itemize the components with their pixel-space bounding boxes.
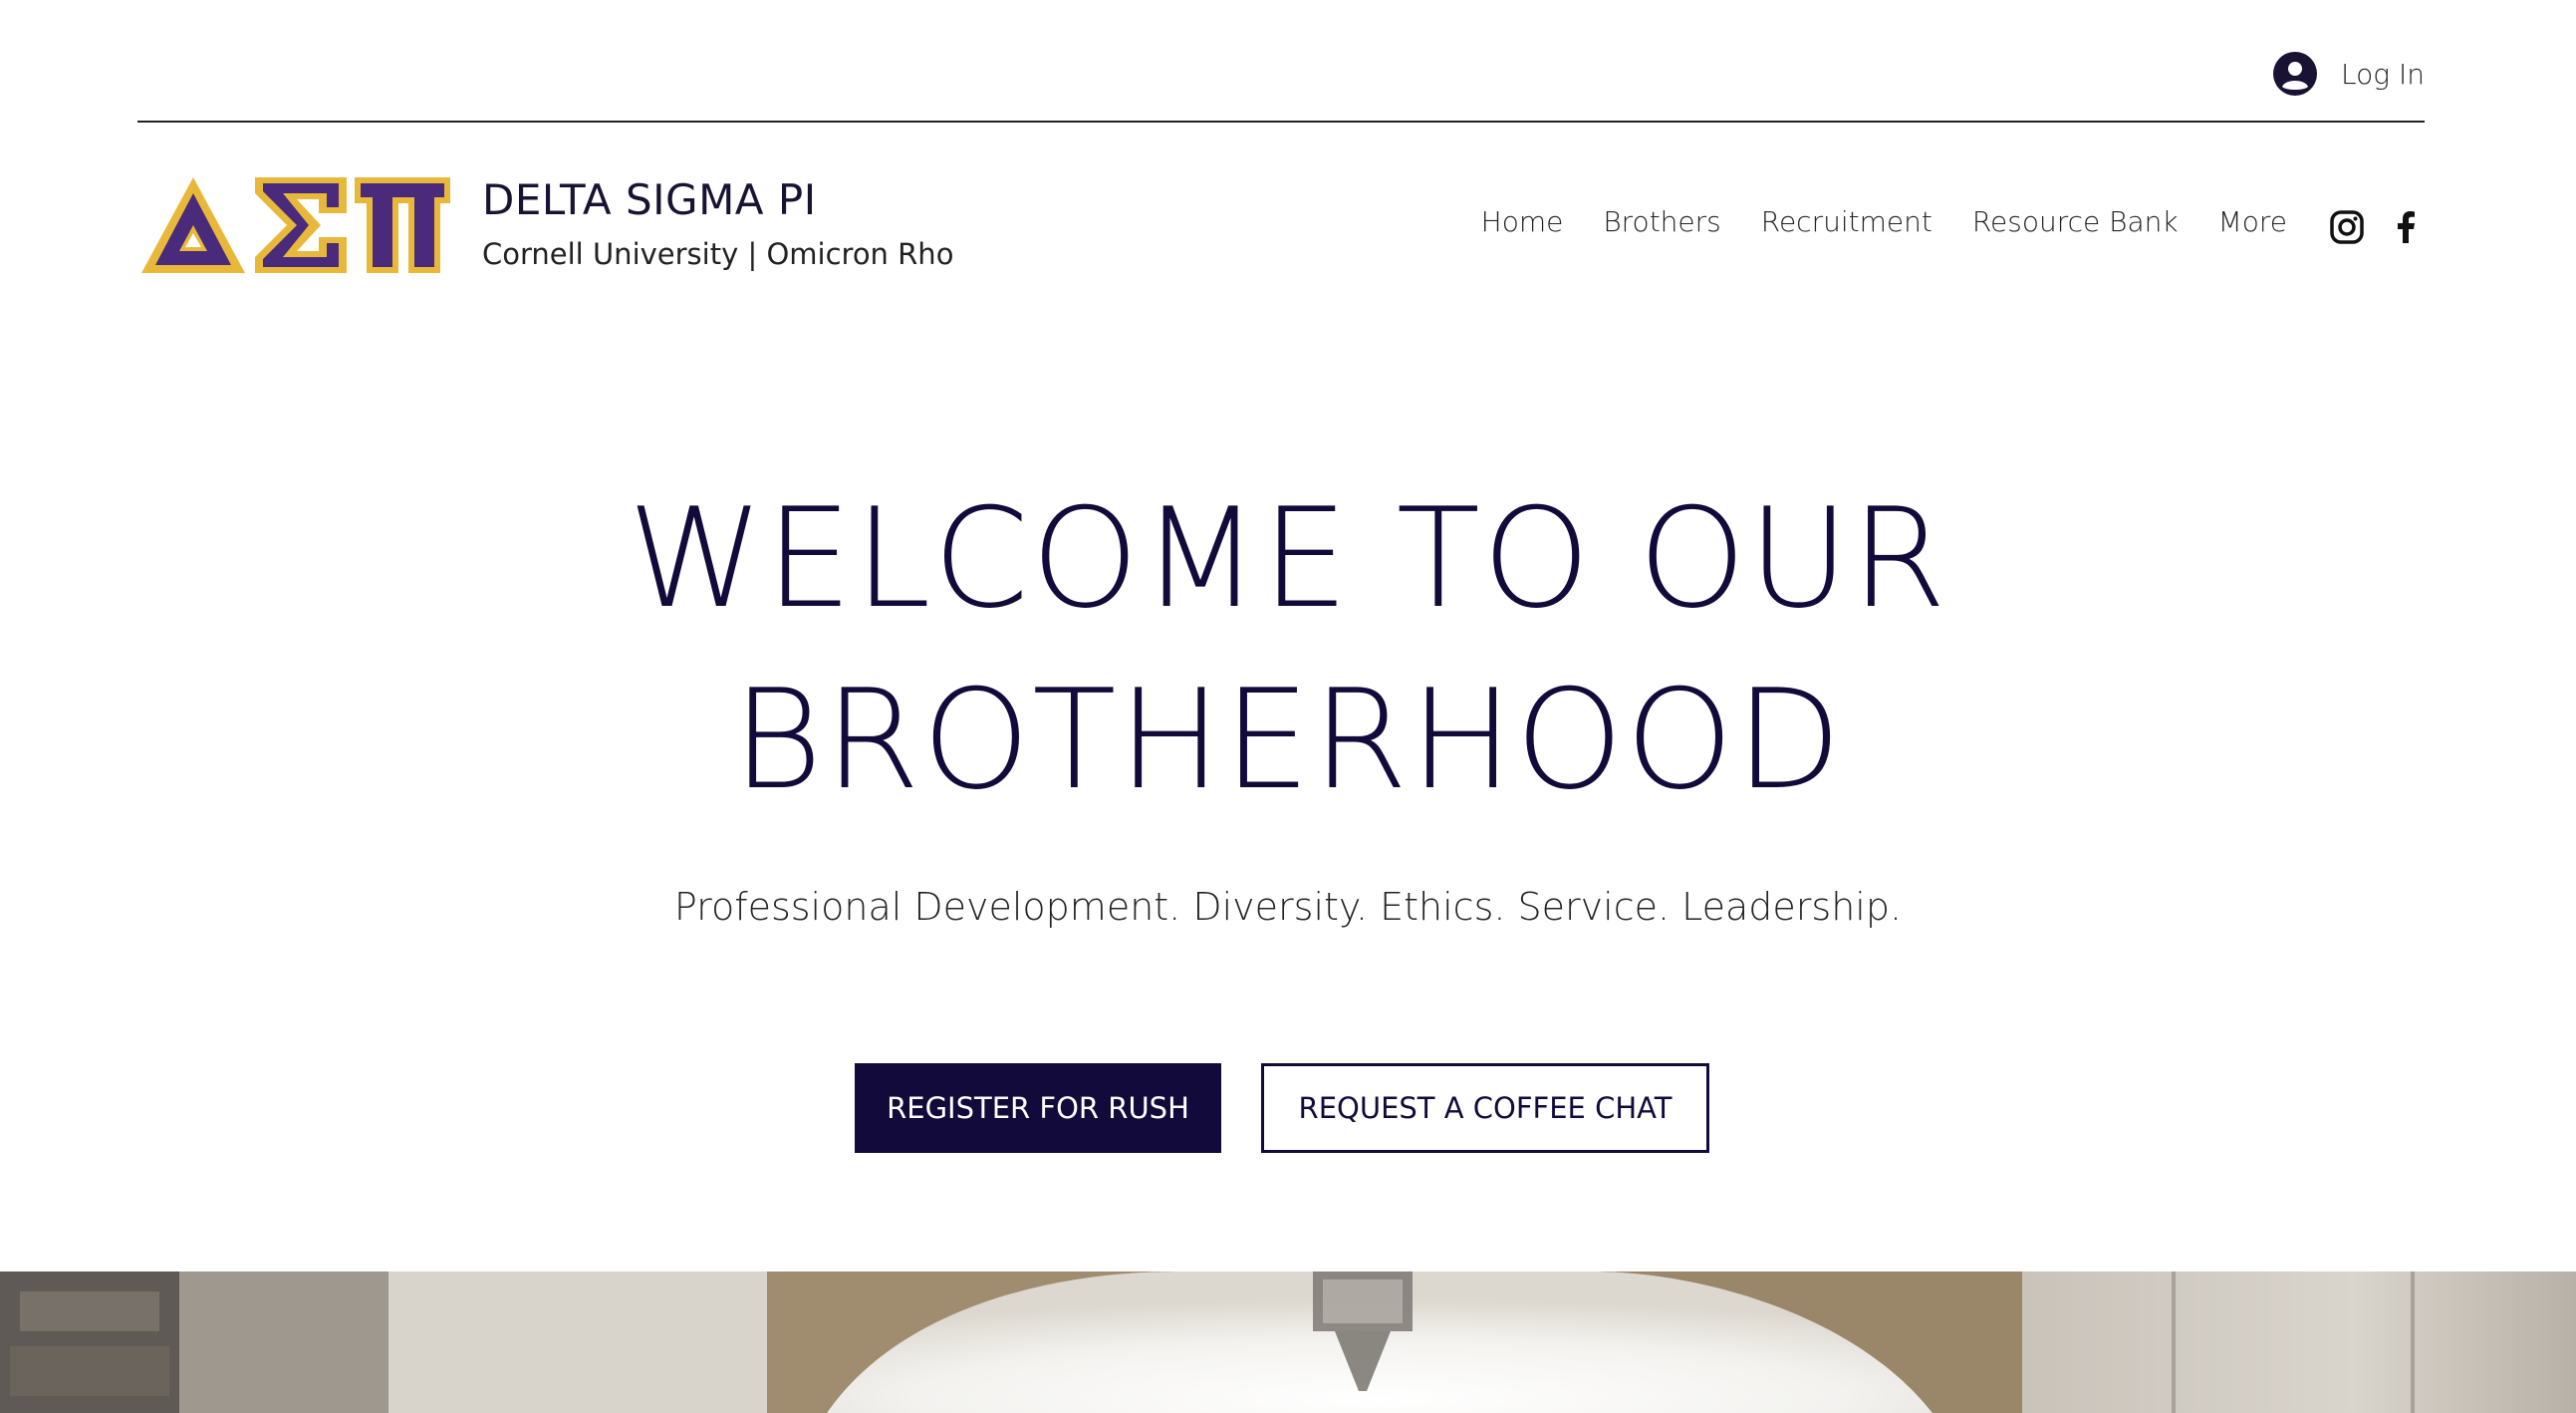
register-for-rush-button[interactable]: REGISTER FOR RUSH bbox=[855, 1063, 1221, 1153]
hero-title: WELCOME TO OUR BROTHERHOOD bbox=[0, 468, 2576, 831]
brand-title[interactable]: DELTA SIGMA PI bbox=[482, 175, 817, 224]
hero-subtitle: Professional Development. Diversity. Eth… bbox=[673, 885, 1903, 929]
nav-item-resource-bank[interactable]: Resource Bank bbox=[1972, 205, 2179, 238]
hero-archway-photo bbox=[0, 1272, 2576, 1413]
brand-subtitle: Cornell University | Omicron Rho bbox=[482, 237, 954, 271]
nav-item-more[interactable]: More bbox=[2218, 205, 2287, 238]
facebook-icon[interactable] bbox=[2389, 209, 2425, 245]
login-button[interactable]: Log In bbox=[2273, 52, 2425, 96]
delta-sigma-pi-logo[interactable] bbox=[137, 173, 452, 277]
hero-title-line-2: BROTHERHOOD bbox=[732, 660, 1844, 820]
instagram-icon[interactable] bbox=[2329, 209, 2365, 245]
hero-title-line-1: WELCOME TO OUR bbox=[628, 478, 1948, 639]
nav-item-brothers[interactable]: Brothers bbox=[1603, 205, 1720, 238]
social-links bbox=[2329, 209, 2425, 245]
request-coffee-chat-button[interactable]: REQUEST A COFFEE CHAT bbox=[1261, 1063, 1709, 1153]
login-label: Log In bbox=[2341, 57, 2425, 91]
main-nav: Home Brothers Recruitment Resource Bank … bbox=[1481, 205, 2287, 238]
nav-item-home[interactable]: Home bbox=[1481, 205, 1564, 238]
nav-item-recruitment[interactable]: Recruitment bbox=[1761, 205, 1932, 238]
page: Log In DELTA SIGMA PI Cornell University… bbox=[0, 0, 2576, 1413]
top-divider bbox=[137, 121, 2425, 123]
user-avatar-icon bbox=[2273, 52, 2318, 96]
